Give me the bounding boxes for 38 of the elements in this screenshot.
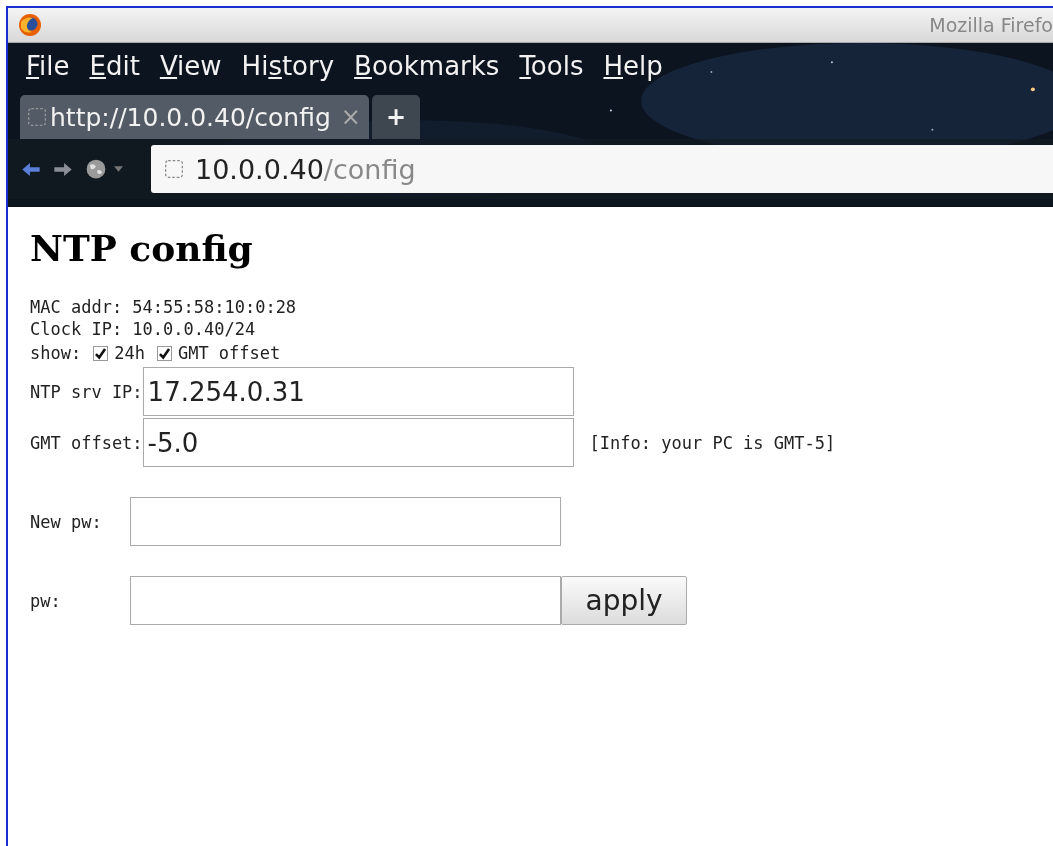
page-icon (165, 160, 183, 178)
password-field[interactable] (130, 576, 561, 625)
input-field[interactable]: -5.0 (142, 418, 574, 467)
show-label: show: (30, 343, 82, 363)
address-bar[interactable]: 10.0.0.40/config (151, 145, 1053, 193)
checkbox[interactable] (93, 345, 109, 361)
forward-arrow-icon[interactable] (54, 162, 72, 176)
menu-item[interactable]: Tools (519, 51, 584, 89)
page-heading: NTP config (30, 227, 254, 269)
url-text: 10.0.0.40/config (195, 153, 416, 185)
globe-icon[interactable] (86, 159, 106, 179)
info-text: MAC addr: 54:55:58:10:0:28 (30, 297, 298, 319)
field-label: New pw: (30, 511, 103, 532)
back-arrow-icon[interactable] (22, 162, 40, 176)
page-icon (28, 108, 46, 126)
menu-item[interactable]: View (159, 51, 222, 89)
window-title: Mozilla Firefo (929, 14, 1053, 36)
new-tab-button[interactable]: + (371, 95, 420, 139)
browser-logo-icon (18, 13, 42, 37)
info-note: [Info: your PC is GMT-5] (589, 432, 836, 453)
field-label: pw: (30, 590, 62, 611)
field-label: GMT offset: (30, 432, 143, 453)
checkbox[interactable] (156, 345, 172, 361)
menu-item[interactable]: File (26, 51, 70, 89)
field-label: NTP srv IP: (30, 381, 143, 402)
checkbox-label: 24h (114, 343, 145, 363)
password-field[interactable] (130, 497, 561, 546)
info-text: Clock IP: 10.0.0.40/24 (30, 319, 257, 341)
caret-icon[interactable] (114, 166, 123, 172)
menu-item[interactable]: History (241, 51, 335, 89)
checkbox-label: GMT offset (177, 343, 281, 363)
menu-item[interactable]: Bookmarks (354, 51, 500, 89)
apply-button[interactable]: apply (561, 576, 687, 625)
browser-tab[interactable]: http://10.0.0.40/config × (20, 95, 369, 139)
menu-item[interactable]: Edit (89, 51, 140, 89)
input-field[interactable]: 17.254.0.31 (142, 367, 574, 416)
tab-title: http://10.0.0.40/config (50, 102, 331, 132)
menu-item[interactable]: Help (603, 51, 663, 89)
